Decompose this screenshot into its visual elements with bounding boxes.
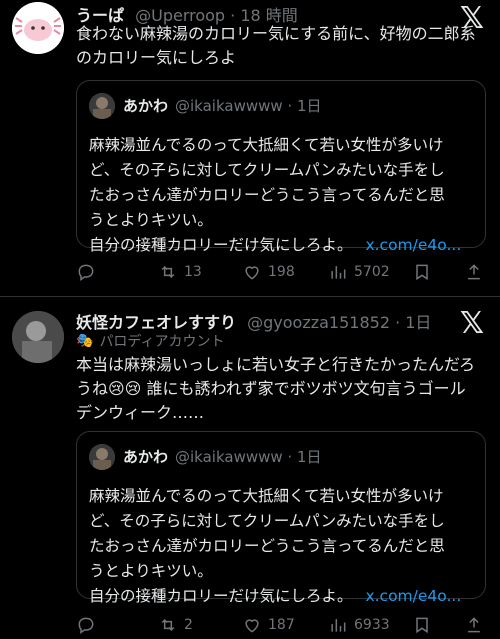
- reply-button[interactable]: [76, 262, 102, 282]
- like-icon: [245, 266, 259, 280]
- post-text-line: のカロリー気にしろよ: [76, 48, 237, 67]
- post-1[interactable]: うーぱ @Uperroop · 18 時間 𝕏 食わない麻辣湯のカロリー気にする…: [0, 0, 500, 296]
- quote-text-line: 麻辣湯並んでるのって大抵細くて若い女性が多いけ: [89, 487, 444, 505]
- views-count: 5702: [354, 264, 390, 280]
- quote-display-name: あかわ: [123, 448, 169, 466]
- repost-icon: [161, 618, 175, 632]
- quote-text-line: うとよりキツい。: [89, 211, 213, 229]
- quote-link[interactable]: x.com/e4o...: [365, 587, 461, 605]
- like-button[interactable]: 187: [242, 615, 295, 635]
- quote-text-line: うとよりキツい。: [89, 562, 213, 580]
- post-text-line: 本当は麻辣湯いっしょに若い女子と行きたかったんだろ: [76, 355, 476, 374]
- share-button[interactable]: [464, 615, 484, 635]
- quote-handle-time: @ikaikawwww · 1日: [175, 97, 322, 115]
- share-icon: [468, 264, 480, 280]
- quote-text-line: ど、その子らに対してクリームパンみたいな手をし: [89, 512, 445, 530]
- post-2[interactable]: 妖怪カフェオレすすり @gyoozza151852 · 1日 𝕏 🎭 パロディア…: [0, 297, 500, 638]
- quote-text-line: ど、その子らに対してクリームパンみたいな手をし: [89, 161, 445, 179]
- mask-icon: 🎭: [76, 333, 94, 349]
- x-logo-icon: 𝕏: [459, 306, 484, 341]
- quote-avatar: [89, 93, 115, 119]
- repost-button[interactable]: 2: [158, 615, 193, 635]
- bookmark-button[interactable]: [412, 262, 432, 282]
- avatar[interactable]: [12, 311, 64, 363]
- quote-avatar: [89, 444, 115, 470]
- avatar[interactable]: [12, 2, 64, 54]
- bookmark-button[interactable]: [412, 615, 432, 635]
- bookmark-icon: [416, 617, 428, 634]
- quote-text-line: 麻辣湯並んでるのって大抵細くて若い女性が多いけ: [89, 136, 444, 154]
- handle-time[interactable]: @gyoozza151852 · 1日: [247, 313, 431, 332]
- post-text-line: 食わない麻辣湯のカロリー気にする前に、好物の二郎系: [76, 24, 476, 43]
- repost-icon: [161, 265, 175, 279]
- share-button[interactable]: [464, 262, 484, 282]
- display-name[interactable]: 妖怪カフェオレすすり: [76, 313, 236, 332]
- quote-last-line: 自分の接種カロリーだけ気にしろよ。: [89, 236, 353, 254]
- views-icon: [331, 266, 346, 279]
- parody-label: パロディアカウント: [99, 334, 225, 350]
- views-count: 6933: [354, 617, 390, 633]
- quote-text-line: たおっさん達がカロリーどうこう言ってるんだと思: [89, 537, 445, 555]
- quote-last-line: 自分の接種カロリーだけ気にしろよ。: [89, 587, 353, 605]
- quote-text-line: たおっさん達がカロリーどうこう言ってるんだと思: [89, 186, 445, 204]
- repost-button[interactable]: 13: [158, 262, 202, 282]
- post-text-line: うね😢😢 誰にも誘われず家でボツボツ文句言うゴール: [76, 379, 466, 398]
- like-icon: [245, 619, 259, 633]
- reply-icon: [78, 617, 94, 634]
- quote-link[interactable]: x.com/e4o...: [365, 236, 461, 254]
- reply-button[interactable]: [76, 615, 102, 635]
- post-text-line: デンウィーク……: [76, 403, 205, 422]
- quoted-post[interactable]: あかわ @ikaikawwww · 1日 麻辣湯並んでるのって大抵細くて若い女性…: [76, 431, 486, 605]
- repost-count: 13: [184, 264, 202, 280]
- quote-handle-time: @ikaikawwww · 1日: [175, 448, 322, 466]
- views-icon: [331, 619, 346, 632]
- bookmark-icon: [416, 264, 428, 281]
- reply-icon: [78, 264, 94, 281]
- like-button[interactable]: 198: [242, 262, 295, 282]
- share-icon: [468, 617, 480, 633]
- views-button[interactable]: 5702: [328, 262, 390, 282]
- like-count: 187: [268, 617, 295, 633]
- like-count: 198: [268, 264, 295, 280]
- quoted-post[interactable]: あかわ @ikaikawwww · 1日 麻辣湯並んでるのって大抵細くて若い女性…: [76, 80, 486, 254]
- quote-display-name: あかわ: [123, 97, 169, 115]
- repost-count: 2: [184, 617, 193, 633]
- views-button[interactable]: 6933: [328, 615, 390, 635]
